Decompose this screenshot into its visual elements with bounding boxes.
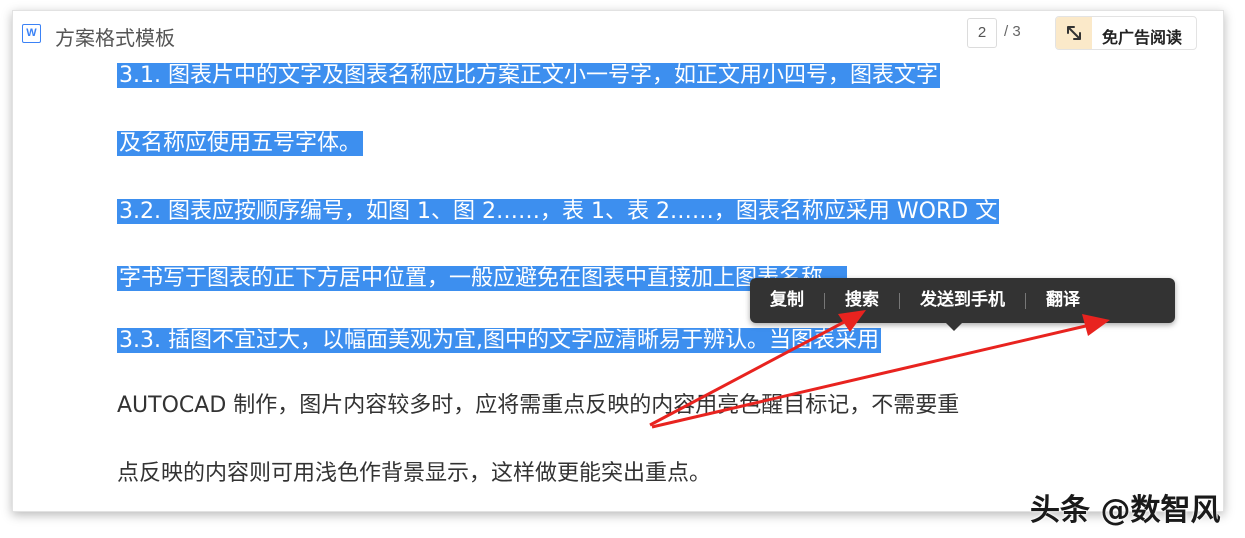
annotation-arrows xyxy=(649,310,1110,429)
arrow-to-search-icon xyxy=(649,310,866,427)
watermark: 头条 @数智风 xyxy=(1030,493,1221,528)
arrow-to-translate-icon xyxy=(651,314,1110,429)
